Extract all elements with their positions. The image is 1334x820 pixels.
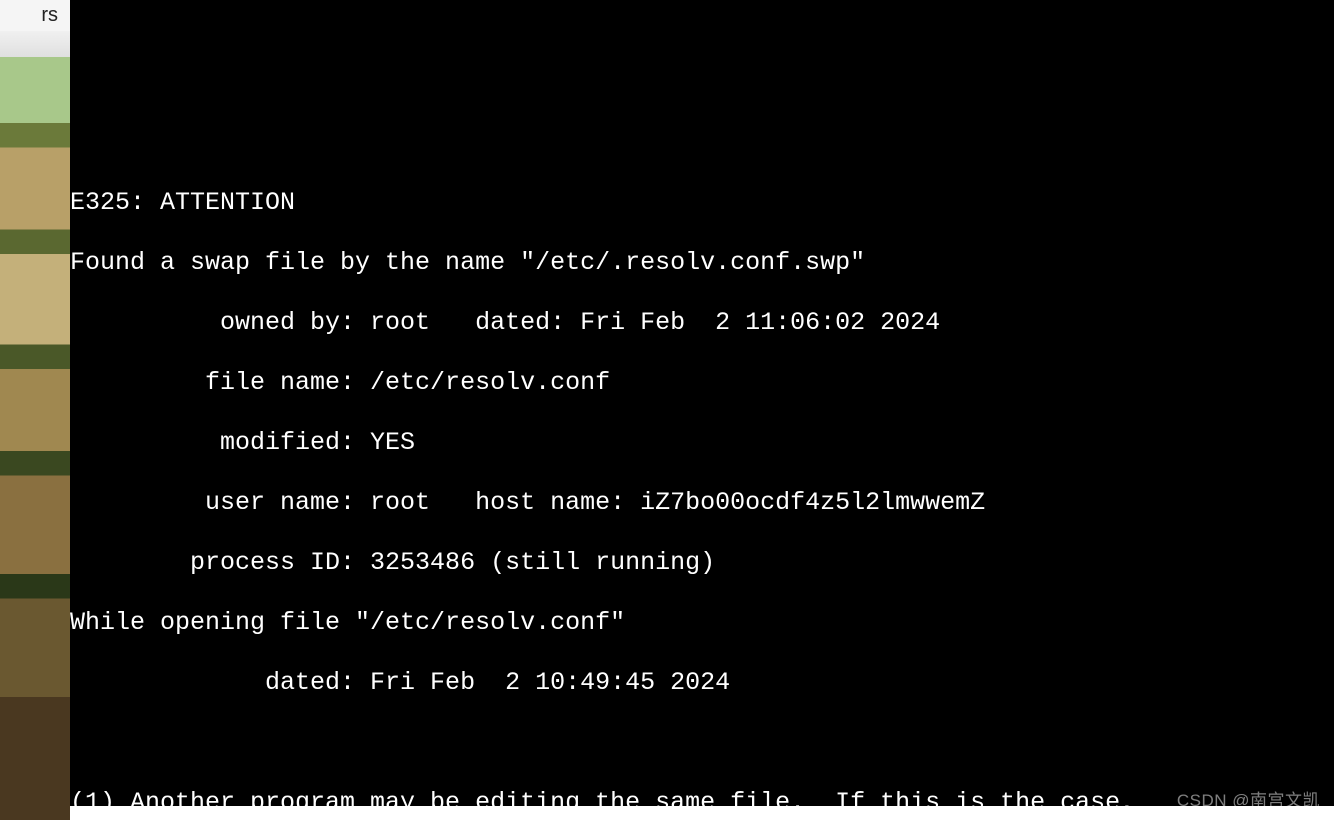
vim-file-name: file name: /etc/resolv.conf (70, 368, 1165, 398)
vim-modified: modified: YES (70, 428, 1165, 458)
vim-attention-header: E325: ATTENTION (70, 188, 1165, 218)
vim-owned-by: owned by: root dated: Fri Feb 2 11:06:02… (70, 308, 1165, 338)
bottom-white-strip (70, 806, 1334, 820)
desktop-wallpaper-strip (0, 0, 70, 820)
window-tab-fragment: rs (0, 0, 70, 32)
tab-label-fragment: rs (41, 4, 58, 27)
terminal-output: E325: ATTENTION Found a swap file by the… (70, 158, 1165, 820)
vim-user-host: user name: root host name: iZ7bo00ocdf4z… (70, 488, 1165, 518)
vim-swap-found: Found a swap file by the name "/etc/.res… (70, 248, 1165, 278)
terminal-window[interactable]: E325: ATTENTION Found a swap file by the… (70, 0, 1334, 820)
vim-process-id: process ID: 3253486 (still running) (70, 548, 1165, 578)
vim-file-dated: dated: Fri Feb 2 10:49:45 2024 (70, 668, 1165, 698)
blank-line (70, 728, 1165, 758)
vim-while-opening: While opening file "/etc/resolv.conf" (70, 608, 1165, 638)
